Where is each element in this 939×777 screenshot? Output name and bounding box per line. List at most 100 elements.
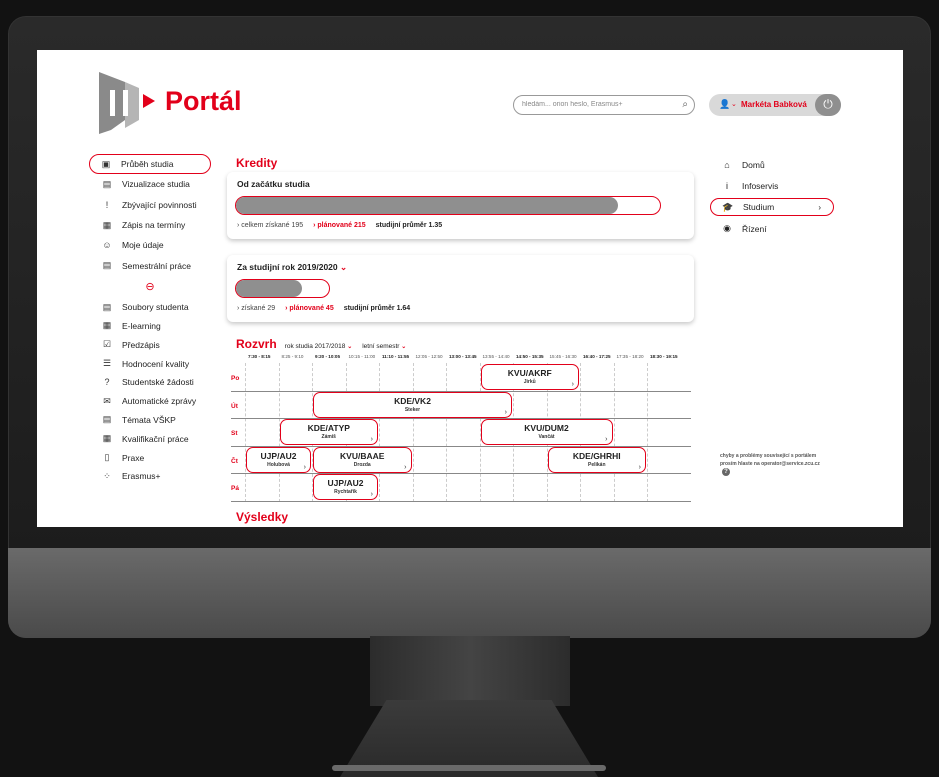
lesson-code: KDE/VK2 (394, 395, 431, 406)
time-slot-label: 18:30 - 19:15 (650, 354, 678, 359)
credits-total-planned[interactable]: › plánované 215 (313, 222, 366, 229)
credits-year-title[interactable]: Za studijní rok 2019/2020 ⌄ (237, 262, 347, 273)
right-nav-item-3[interactable]: ◉ Řízení (710, 218, 834, 239)
chevron-right-icon: › (605, 436, 608, 443)
time-slot-label: 11:10 - 11:55 (382, 354, 410, 359)
user-icon: 👤 (719, 99, 731, 109)
elearning-icon: ▦ (102, 320, 112, 331)
left-nav-more-item-5[interactable]: ✉ Automatické zprávy (89, 392, 211, 411)
left-nav-item-1[interactable]: ▤ Vizualizace studia (89, 174, 211, 194)
lesson-block[interactable]: KDE/GHRHI Pelikán › (547, 446, 646, 473)
lesson-teacher: Jirků (523, 379, 536, 385)
lesson-code: UJP/AU2 (260, 450, 297, 461)
left-nav-item-label: Zápis na termíny (122, 220, 186, 231)
credits-year-planned[interactable]: › plánované 45 (285, 305, 334, 312)
time-slot-label: 9:20 - 10:05 (315, 354, 341, 359)
logout-power-icon[interactable]: ⏻ (815, 94, 841, 116)
time-slot-label: 15:45 - 16:30 (549, 354, 577, 359)
semester-filter[interactable]: letní semestr ⌄ (362, 343, 406, 350)
chevron-right-icon: › (370, 436, 373, 443)
right-nav-item-0[interactable]: ⌂ Domů (710, 154, 834, 175)
lesson-code: UJP/AU2 (327, 478, 364, 488)
person-card-icon: ☺ (102, 240, 112, 251)
vysledky-title: Výsledky (236, 510, 289, 524)
day-label: Čt (231, 457, 238, 465)
lesson-teacher: Vančát (538, 434, 555, 440)
lesson-block[interactable]: KDE/ATYP Zámiš › (279, 419, 378, 445)
left-nav-more-item-6[interactable]: ▤ Témata VŠKP (89, 411, 211, 430)
play-arrow-icon (143, 94, 155, 108)
left-nav-more-item-2[interactable]: ☑ Předzápis (89, 335, 211, 354)
mail-icon: ✉ (103, 395, 111, 406)
collapse-minus-icon[interactable]: ⊖ (89, 276, 211, 298)
document-icon: ▤ (102, 260, 112, 271)
chevron-right-icon: › (404, 463, 407, 471)
day-row-divider (231, 500, 691, 502)
lesson-block[interactable]: KVU/DUM2 Vančát › (480, 419, 613, 445)
document-chart-icon: ▤ (102, 178, 112, 189)
left-nav-more-item-4[interactable]: ? Studentské žádosti (89, 373, 211, 392)
rozvrh-header: Rozvrh rok studia 2017/2018 ⌄ letní seme… (236, 337, 416, 351)
search-input[interactable] (522, 101, 672, 108)
lesson-block[interactable]: UJP/AU2 Holubová › (246, 446, 311, 473)
year-filter[interactable]: rok studia 2017/2018 ⌄ (285, 343, 353, 350)
credits-total-progress-fill (236, 197, 618, 214)
search-box[interactable]: ⌕ (513, 95, 695, 115)
files-icon: ▤ (102, 301, 112, 312)
checkbox-icon: ☑ (102, 339, 112, 350)
chevron-right-icon: › (818, 202, 821, 212)
lesson-block[interactable]: KVU/AKRF Jirků › (480, 364, 579, 390)
right-nav-item-1[interactable]: i Infoservis (710, 175, 834, 196)
credits-year-card: Za studijní rok 2019/2020 ⌄ › získané 29… (227, 255, 694, 322)
lesson-teacher: Pelikán (587, 461, 606, 468)
left-nav-item-0[interactable]: ▣ Průběh studia (89, 154, 211, 175)
left-nav-more-item-7[interactable]: ▦ Kvalifikační práce (89, 429, 211, 448)
day-label: Pá (231, 485, 239, 492)
monitor-stand-neck (370, 636, 570, 706)
practice-icon: ▯ (104, 452, 110, 463)
chevron-right-icon: › (504, 408, 507, 416)
left-nav-item-5[interactable]: ▤ Semestrální práce (89, 255, 211, 275)
right-nav-item-label: Studium (743, 202, 775, 212)
credits-year-earned[interactable]: › získané 29 (237, 305, 275, 312)
right-nav-item-2[interactable]: 🎓 Studium › (710, 198, 834, 216)
credits-total-progress (235, 196, 661, 215)
chevron-right-icon: › (303, 463, 306, 471)
chevron-right-icon: › (571, 381, 574, 388)
home-icon: ⌂ (724, 159, 730, 170)
left-nav-more-item-label: Témata VŠKP (122, 414, 176, 425)
search-icon[interactable]: ⌕ (682, 99, 688, 110)
left-nav-more-item-label: Praxe (122, 452, 145, 463)
left-nav-item-3[interactable]: ▦ Zápis na termíny (89, 215, 211, 235)
time-slot-label: 16:40 - 17:25 (583, 354, 611, 359)
left-nav-item-4[interactable]: ☺ Moje údaje (89, 235, 211, 255)
calendar-icon: ▦ (102, 219, 112, 230)
kredity-title: Kredity (236, 156, 278, 170)
topic-icon: ▤ (102, 414, 112, 425)
left-nav-more-item-1[interactable]: ▦ E-learning (89, 317, 211, 336)
left-nav-more-item-label: Automatické zprávy (122, 396, 197, 407)
time-slot-label: 14:50 - 15:35 (516, 354, 544, 359)
question-icon: ? (104, 377, 110, 388)
left-nav-item-label: Zbývající povinnosti (122, 199, 197, 210)
left-nav-item-2[interactable]: ! Zbývající povinnosti (89, 195, 211, 215)
lesson-block[interactable]: KVU/BAAE Drozda › (313, 446, 412, 473)
left-nav-more-item-0[interactable]: ▤ Soubory studenta (89, 298, 211, 317)
help-question-icon[interactable]: ? (722, 468, 730, 476)
left-nav: ▣ Průběh studia ▤ Vizualizace studia! Zbývaj… (89, 154, 211, 486)
monitor-chin (8, 548, 931, 638)
credits-year-summary: › získané 29 › plánované 45 studijní prů… (237, 305, 418, 312)
left-nav-more-item-9[interactable]: ⁘ Erasmus+ (89, 467, 211, 486)
credits-year-progress (235, 279, 330, 298)
right-nav-item-label: Infoservis (742, 180, 779, 191)
exclamation-icon: ! (105, 199, 109, 210)
help-text: chyby a problémy související s portálem … (720, 453, 820, 467)
credits-total-earned[interactable]: › celkem získané 195 (237, 222, 303, 229)
lesson-block[interactable]: UJP/AU2 Rychtařík › (313, 474, 378, 500)
lesson-block[interactable]: KDE/VK2 Steker › (313, 391, 512, 418)
chevron-right-icon: › (370, 491, 373, 498)
lesson-code: KDE/GHRHI (572, 450, 621, 461)
left-nav-more-item-8[interactable]: ▯ Praxe (89, 448, 211, 467)
time-slot-label: 8:25 - 9:10 (281, 354, 304, 359)
left-nav-more-item-3[interactable]: ☰ Hodnocení kvality (89, 354, 211, 373)
